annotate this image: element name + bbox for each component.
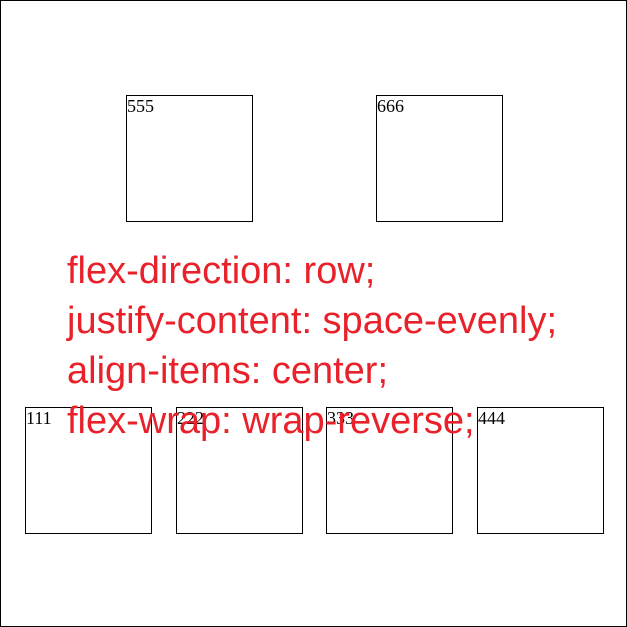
annotation-line-justify-content: justify-content: space-evenly; xyxy=(67,300,558,342)
flex-item-label: 555 xyxy=(127,96,154,116)
annotation-line-align-items: align-items: center; xyxy=(67,350,389,392)
annotation-line-flex-wrap: flex-wrap: wrap-reverse; xyxy=(67,400,475,442)
flex-item-555: 555 xyxy=(126,95,253,222)
annotation-line-flex-direction: flex-direction: row; xyxy=(67,250,376,292)
css-properties-annotation: flex-direction: row; justify-content: sp… xyxy=(67,246,557,446)
flex-item-666: 666 xyxy=(376,95,503,222)
flex-item-label: 666 xyxy=(377,96,404,116)
